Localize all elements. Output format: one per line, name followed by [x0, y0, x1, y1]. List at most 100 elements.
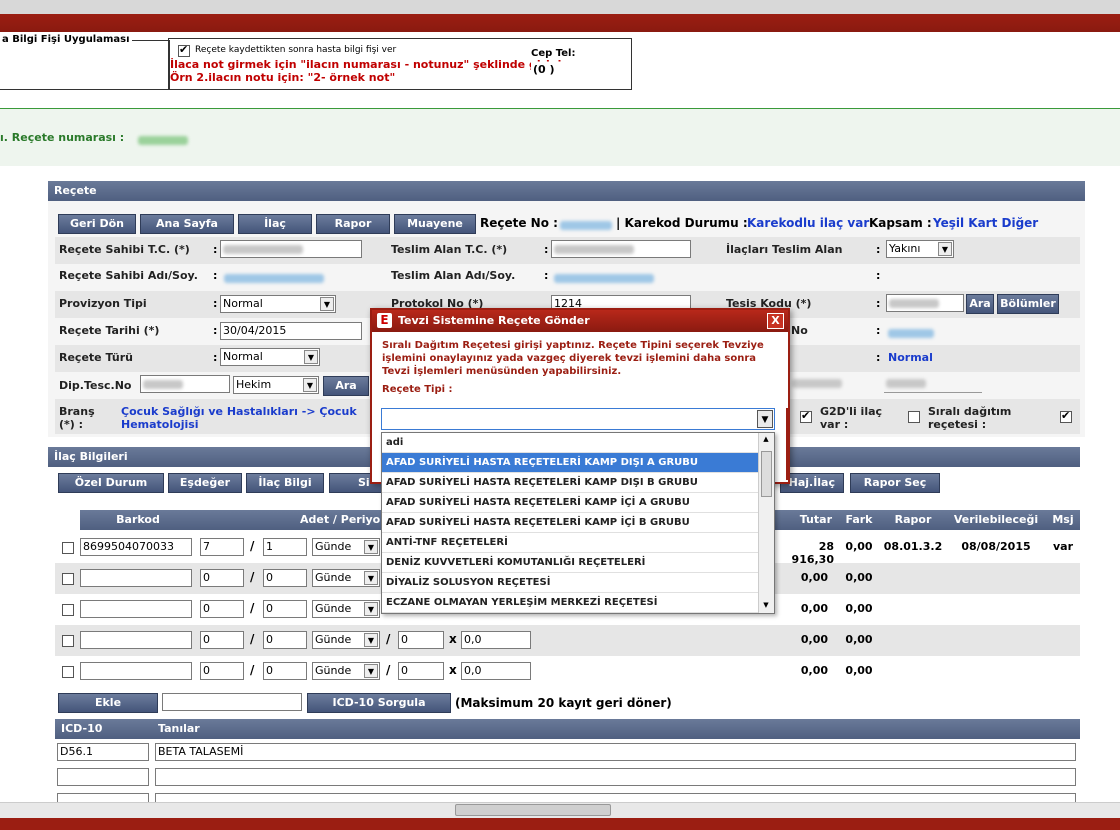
colon: : — [213, 297, 218, 310]
ordered-distribution-checkbox[interactable] — [1060, 409, 1072, 423]
special-case-button[interactable]: Özel Durum — [58, 473, 164, 493]
icd-search-input[interactable] — [162, 693, 302, 711]
quantity-input[interactable]: 7 — [200, 538, 244, 556]
doctor-select[interactable]: Hekim ▼ — [233, 376, 319, 394]
barcode-input[interactable] — [80, 600, 192, 618]
report-button[interactable]: Rapor — [316, 214, 390, 234]
dropdown-option[interactable]: AFAD SURİYELİ HASTA REÇETELERİ KAMP İÇİ … — [382, 513, 774, 533]
period-unit-select[interactable]: Günde ▼ — [312, 631, 380, 649]
slash: / — [386, 663, 391, 677]
barcode-input[interactable]: 8699504070033 — [80, 538, 192, 556]
dose-input[interactable]: 0 — [398, 662, 444, 680]
dialog-edge — [782, 408, 788, 480]
period-input[interactable]: 0 — [263, 569, 307, 587]
table-header-barcode: Barkod — [80, 510, 196, 530]
examination-button[interactable]: Muayene — [394, 214, 476, 234]
message-value[interactable]: var — [1046, 540, 1080, 553]
drug-info-button[interactable]: İlaç Bilgi — [246, 473, 324, 493]
owner-tc-input[interactable] — [220, 240, 362, 258]
quantity-input[interactable]: 0 — [200, 600, 244, 618]
row-checkbox[interactable] — [62, 572, 74, 585]
chevron-down-icon[interactable]: ▼ — [757, 410, 773, 428]
departments-button[interactable]: Bölümler — [997, 294, 1059, 314]
period-unit-select[interactable]: Günde ▼ — [312, 600, 380, 618]
dropdown-option[interactable]: ECZANE OLMAYAN YERLEŞİM MERKEZİ REÇETESİ — [382, 593, 774, 613]
slash: / — [250, 663, 255, 677]
dose-amount-input[interactable]: 0,0 — [461, 631, 531, 649]
dropdown-scrollbar[interactable]: ▲ ▼ — [758, 433, 774, 613]
prescription-type-combobox[interactable]: ▼ — [381, 408, 775, 430]
drug-receiver-select[interactable]: Yakını ▼ — [886, 240, 954, 258]
scrollbar-thumb[interactable] — [455, 804, 611, 816]
branch-value[interactable]: Çocuk Sağlığı ve Hastalıkları -> Çocuk H… — [121, 405, 381, 431]
icd-code-input[interactable]: D56.1 — [57, 743, 149, 761]
diff-value: 0,00 — [845, 633, 873, 646]
close-icon[interactable]: X — [767, 313, 784, 329]
row-checkbox[interactable] — [62, 665, 74, 678]
period-unit-select[interactable]: Günde ▼ — [312, 538, 380, 556]
prescription-type-select[interactable]: Normal ▼ — [220, 348, 320, 366]
back-button[interactable]: Geri Dön — [58, 214, 136, 234]
barcode-input[interactable] — [80, 631, 192, 649]
row-checkbox[interactable] — [62, 603, 74, 616]
period-unit-select[interactable]: Günde ▼ — [312, 662, 380, 680]
drug-button[interactable]: İlaç — [238, 214, 312, 234]
receiver-tc-input[interactable] — [551, 240, 691, 258]
facility-code-input[interactable] — [886, 294, 964, 312]
info-slip-checkbox[interactable] — [178, 43, 190, 57]
dropdown-option[interactable]: AFAD SURİYELİ HASTA REÇETELERİ KAMP DIŞI… — [382, 453, 774, 473]
phone-label: Cep Tel: — [531, 48, 576, 59]
period-input[interactable]: 0 — [263, 631, 307, 649]
barcode-input[interactable] — [80, 569, 192, 587]
quantity-input[interactable]: 0 — [200, 569, 244, 587]
receiver-name-value — [554, 271, 654, 284]
diploma-reg-input[interactable] — [140, 375, 230, 393]
dialog-title: Tevzi Sistemine Reçete Gönder — [398, 314, 590, 327]
home-button[interactable]: Ana Sayfa — [140, 214, 234, 234]
icd-search-button[interactable]: ICD-10 Sorgula — [307, 693, 451, 713]
period-input[interactable]: 0 — [263, 600, 307, 618]
dropdown-option[interactable]: DENİZ KUVVETLERİ KOMUTANLIĞI REÇETELERİ — [382, 553, 774, 573]
dropdown-option[interactable]: adi — [382, 433, 774, 453]
facility-search-button[interactable]: Ara — [966, 294, 994, 314]
dose-input[interactable]: 0 — [398, 631, 444, 649]
colon: : — [213, 269, 218, 282]
slash: / — [250, 601, 255, 615]
no-label: No — [791, 324, 808, 337]
date-input[interactable]: 30/04/2015 — [220, 322, 362, 340]
add-button[interactable]: Ekle — [58, 693, 158, 713]
scroll-down-icon[interactable]: ▼ — [761, 601, 771, 611]
scroll-up-icon[interactable]: ▲ — [761, 435, 771, 445]
info-slip-checkbox-label: Reçete kaydettikten sonra hasta bilgi fi… — [195, 45, 397, 55]
period-input[interactable]: 1 — [263, 538, 307, 556]
equivalent-button[interactable]: Eşdeğer — [168, 473, 242, 493]
period-input[interactable]: 0 — [263, 662, 307, 680]
dropdown-option[interactable]: AFAD SURİYELİ HASTA REÇETELERİ KAMP İÇİ … — [382, 493, 774, 513]
quantity-input[interactable]: 0 — [200, 662, 244, 680]
barcode-input[interactable] — [80, 662, 192, 680]
row-checkbox[interactable] — [62, 541, 74, 554]
diff-value: 0,00 — [845, 664, 873, 677]
ordered-distribution-checkbox-left[interactable] — [908, 410, 920, 423]
provision-type-select[interactable]: Normal ▼ — [220, 295, 336, 313]
max-records-note: (Maksimum 20 kayıt geri döner) — [455, 696, 672, 710]
diagnosis-input[interactable]: BETA TALASEMİ — [155, 743, 1076, 761]
quantity-input[interactable]: 0 — [200, 631, 244, 649]
phone-field[interactable]: (0 ) — [531, 62, 631, 80]
colon: : — [876, 297, 881, 310]
colon: : — [544, 243, 549, 256]
doctor-search-button[interactable]: Ara — [323, 376, 369, 396]
g2d-checkbox[interactable] — [800, 409, 812, 423]
dose-amount-input[interactable]: 0,0 — [461, 662, 531, 680]
dropdown-scroll-thumb[interactable] — [761, 451, 772, 497]
dropdown-option[interactable]: ANTİ-TNF REÇETELERİ — [382, 533, 774, 553]
row-checkbox[interactable] — [62, 634, 74, 647]
dropdown-option[interactable]: AFAD SURİYELİ HASTA REÇETELERİ KAMP DIŞI… — [382, 473, 774, 493]
period-unit-select[interactable]: Günde ▼ — [312, 569, 380, 587]
colon: : — [876, 269, 881, 282]
diagnosis-input[interactable] — [155, 768, 1076, 786]
dispensable-date: 08/08/2015 — [961, 540, 1031, 553]
select-report-button[interactable]: Rapor Seç — [850, 473, 940, 493]
dropdown-option[interactable]: DİYALİZ SOLUSYON REÇETESİ — [382, 573, 774, 593]
icd-code-input[interactable] — [57, 768, 149, 786]
